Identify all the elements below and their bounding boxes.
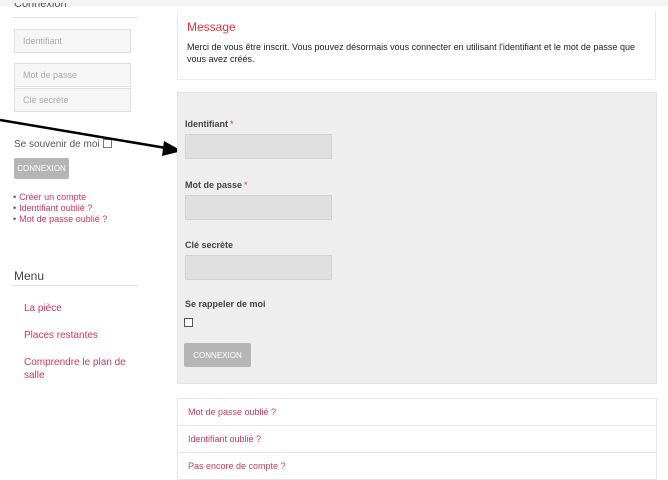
form-secret-key-label: Clé secrète — [185, 240, 234, 250]
form-password-label-text: Mot de passe — [185, 180, 243, 190]
form-secret-key-input[interactable] — [185, 255, 332, 280]
form-remember-checkbox[interactable] — [184, 318, 193, 327]
account-links-list: Mot de passe oublié ? Identifiant oublié… — [177, 398, 657, 480]
link-no-account[interactable]: Pas encore de compte ? — [177, 452, 657, 480]
form-password-label: Mot de passe * — [185, 180, 248, 190]
form-username-label: Identifiant * — [185, 119, 234, 129]
required-marker: * — [230, 119, 234, 129]
form-username-label-text: Identifiant — [185, 119, 228, 129]
link-forgot-username[interactable]: Identifiant oublié ? — [177, 425, 657, 453]
message-text: Merci de vous être inscrit. Vous pouvez … — [187, 42, 635, 64]
form-login-button[interactable]: CONNEXION — [184, 343, 251, 367]
form-username-input[interactable] — [185, 134, 332, 159]
link-forgot-password[interactable]: Mot de passe oublié ? — [177, 398, 657, 426]
message-title: Message — [187, 20, 236, 34]
form-remember-label: Se rappeler de moi — [185, 299, 266, 309]
form-password-input[interactable] — [185, 195, 332, 220]
required-marker: * — [244, 180, 248, 190]
